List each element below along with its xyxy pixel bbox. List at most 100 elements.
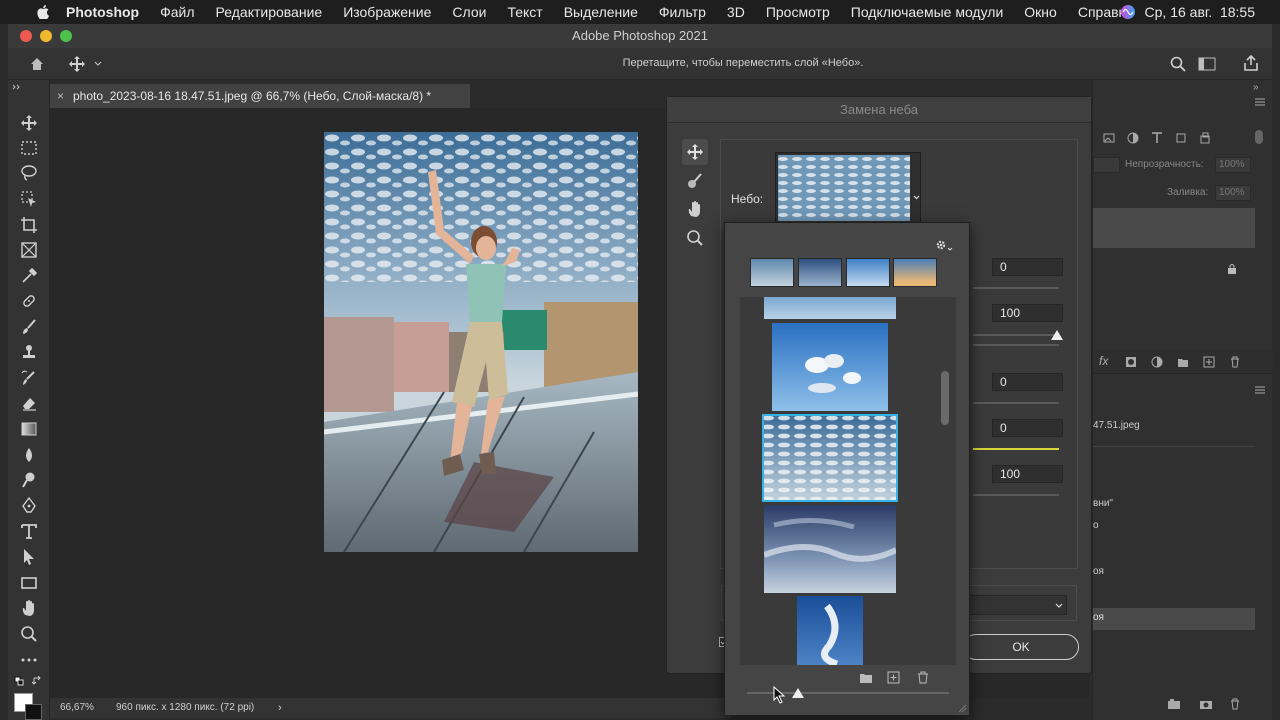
zoom-tool-icon[interactable] — [686, 229, 704, 247]
menubar-clock[interactable]: Ср, 16 авг. 18:55 — [1145, 4, 1255, 20]
sky-brush-tool-icon[interactable] — [686, 172, 704, 190]
brush-tool-icon[interactable] — [20, 318, 38, 336]
history-item-partial[interactable]: вни" — [1093, 498, 1113, 509]
pen-tool-icon[interactable] — [20, 497, 38, 515]
sky-preset-item[interactable] — [772, 323, 888, 411]
sky-preset-item[interactable] — [764, 297, 896, 319]
gear-icon[interactable] — [935, 239, 953, 253]
history-brush-tool-icon[interactable] — [20, 369, 38, 387]
value-field-4[interactable]: 0 — [992, 419, 1063, 437]
slider-track-2b[interactable] — [973, 344, 1059, 346]
eyedropper-tool-icon[interactable] — [20, 267, 38, 285]
share-icon[interactable] — [1242, 54, 1260, 72]
recent-sky-thumbnail-2[interactable] — [798, 258, 842, 287]
opacity-input[interactable]: 100% — [1215, 157, 1251, 173]
frame-tool-icon[interactable] — [20, 241, 38, 259]
new-group-icon[interactable] — [1177, 356, 1189, 368]
document-image[interactable] — [324, 132, 638, 552]
scrollbar-thumb[interactable] — [941, 371, 949, 425]
menu-app-photoshop[interactable]: Photoshop — [66, 4, 139, 20]
history-item-selected[interactable]: оя — [1093, 608, 1255, 630]
value-field-1[interactable]: 0 — [992, 258, 1063, 276]
slider-track-3[interactable] — [973, 402, 1059, 404]
sky-preset-item-selected[interactable] — [762, 414, 898, 502]
history-item-partial-3[interactable]: оя — [1093, 566, 1104, 577]
menu-select[interactable]: Выделение — [564, 4, 638, 20]
value-field-5[interactable]: 100 — [992, 465, 1063, 483]
close-window-button[interactable] — [20, 30, 32, 42]
filter-shape-icon[interactable] — [1175, 132, 1187, 144]
history-menu-icon[interactable] — [1255, 386, 1265, 394]
menu-window[interactable]: Окно — [1024, 4, 1057, 20]
ok-button[interactable]: OK — [963, 634, 1079, 660]
collapse-panel-icon[interactable] — [12, 84, 22, 90]
menu-plugins[interactable]: Подключаемые модули — [851, 4, 1004, 20]
eraser-tool-icon[interactable] — [20, 394, 38, 412]
new-layer-icon[interactable] — [1203, 356, 1215, 368]
healing-brush-tool-icon[interactable] — [20, 292, 38, 310]
swap-colors-icon[interactable] — [32, 676, 42, 686]
lasso-tool-icon[interactable] — [20, 164, 38, 182]
zoom-window-button[interactable] — [60, 30, 72, 42]
more-tools-icon[interactable] — [20, 651, 38, 669]
slider-thumb-2[interactable] — [1051, 330, 1063, 340]
gradient-tool-icon[interactable] — [20, 420, 38, 438]
blur-tool-icon[interactable] — [20, 446, 38, 464]
recent-sky-thumbnail-1[interactable] — [750, 258, 794, 287]
menu-edit[interactable]: Редактирование — [216, 4, 323, 20]
sky-preset-select[interactable] — [775, 152, 921, 224]
menu-file[interactable]: Файл — [160, 4, 194, 20]
filter-adjustment-icon[interactable] — [1127, 132, 1139, 144]
resize-grip-icon[interactable] — [957, 703, 967, 713]
slider-track-1[interactable] — [973, 287, 1059, 289]
dodge-tool-icon[interactable] — [20, 471, 38, 489]
filter-smart-object-icon[interactable] — [1199, 132, 1211, 144]
background-color-swatch[interactable] — [25, 704, 42, 720]
trash-icon[interactable] — [917, 671, 929, 684]
menu-layers[interactable]: Слои — [452, 4, 486, 20]
slider-track-2[interactable] — [973, 334, 1059, 336]
menu-image[interactable]: Изображение — [343, 4, 431, 20]
filter-type-icon[interactable] — [1151, 132, 1163, 144]
recent-sky-thumbnail-3[interactable] — [846, 258, 890, 287]
object-selection-tool-icon[interactable] — [20, 190, 38, 208]
layer-row-selected[interactable] — [1093, 208, 1255, 248]
status-menu-chevron-icon[interactable]: › — [278, 698, 282, 718]
rectangle-tool-icon[interactable] — [20, 574, 38, 592]
value-field-2[interactable]: 100 — [992, 304, 1063, 322]
add-sky-icon[interactable] — [887, 671, 900, 684]
crop-tool-icon[interactable] — [20, 216, 38, 234]
lock-icon[interactable] — [1227, 263, 1237, 275]
menu-3d[interactable]: 3D — [727, 4, 745, 20]
add-mask-icon[interactable] — [1125, 356, 1137, 368]
slider-track-5[interactable] — [973, 494, 1059, 496]
apple-icon[interactable] — [32, 5, 54, 19]
siri-icon[interactable] — [1120, 4, 1136, 20]
menu-type[interactable]: Текст — [507, 4, 542, 20]
sky-move-tool[interactable] — [682, 139, 708, 165]
output-select[interactable] — [967, 595, 1067, 615]
recent-sky-thumbnail-4[interactable] — [893, 258, 937, 287]
sky-presets-list[interactable] — [740, 297, 956, 665]
sky-preset-item[interactable] — [764, 505, 896, 593]
folder-icon[interactable] — [859, 672, 873, 684]
snapshot-icon[interactable] — [1167, 698, 1181, 710]
thumbnail-size-slider-thumb[interactable] — [792, 688, 804, 698]
default-colors-icon[interactable] — [14, 676, 24, 686]
menu-view[interactable]: Просмотр — [766, 4, 830, 20]
close-tab-icon[interactable]: × — [57, 84, 64, 108]
blend-mode-select[interactable] — [1093, 157, 1120, 173]
type-tool-icon[interactable] — [20, 522, 38, 540]
fx-icon[interactable]: fx — [1099, 354, 1108, 368]
minimize-window-button[interactable] — [40, 30, 52, 42]
menu-filter[interactable]: Фильтр — [659, 4, 706, 20]
zoom-tool-icon[interactable] — [20, 625, 38, 643]
workspace-icon[interactable] — [1198, 57, 1216, 71]
zoom-level[interactable]: 66,67% — [60, 698, 94, 718]
hand-tool-icon[interactable] — [20, 599, 38, 617]
camera-icon[interactable] — [1199, 698, 1213, 710]
document-tab[interactable]: × photo_2023-08-16 18.47.51.jpeg @ 66,7%… — [50, 84, 470, 108]
delete-state-icon[interactable] — [1229, 698, 1241, 710]
marquee-tool-icon[interactable] — [20, 139, 38, 157]
panel-menu-icon[interactable] — [1255, 98, 1265, 106]
